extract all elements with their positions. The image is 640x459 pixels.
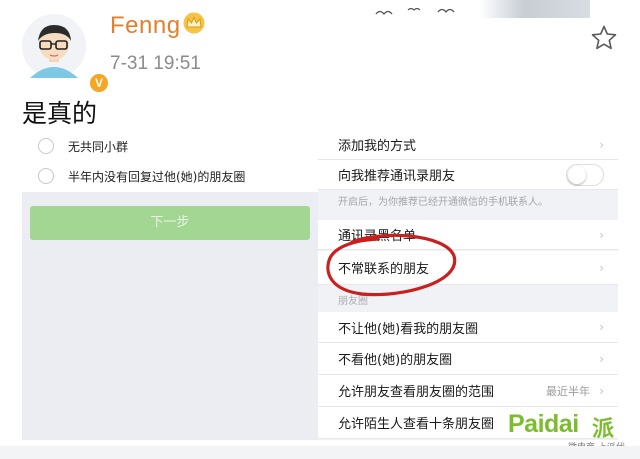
username[interactable]: Fenng: [110, 12, 181, 40]
post-header: V Fenng 7-31 19:51: [0, 0, 640, 94]
option-label: 无共同小群: [68, 139, 129, 154]
settings-row-add-method[interactable]: 添加我的方式 ›: [318, 130, 618, 160]
radio-button[interactable]: [38, 138, 54, 154]
bottom-divider: [0, 446, 640, 459]
row-label: 不看他(她)的朋友圈: [338, 353, 453, 368]
settings-row-infrequent-friends[interactable]: 不常联系的朋友 ›: [318, 251, 618, 285]
bird-decoration: [375, 7, 455, 16]
option-label: 半年内没有回复过他(她)的朋友圈: [68, 169, 246, 184]
next-step-button[interactable]: 下一步: [30, 206, 310, 240]
row-label: 允许陌生人查看十条朋友圈: [338, 417, 495, 432]
row-label: 允许朋友查看朋友圈的范围: [338, 385, 495, 400]
settings-row-hide-my-moments[interactable]: 不让他(她)看我的朋友圈 ›: [318, 312, 618, 343]
star-icon[interactable]: [590, 24, 618, 52]
row-value: 最近半年: [546, 384, 590, 398]
background-blur: [480, 0, 590, 18]
chevron-right-icon: ›: [599, 320, 604, 334]
post-text: 是真的: [22, 99, 98, 128]
verified-badge: V: [88, 72, 110, 94]
row-label: 通讯录黑名单: [338, 229, 417, 244]
row-label: 添加我的方式: [338, 139, 417, 154]
recommend-contacts-toggle[interactable]: [566, 163, 604, 186]
chevron-right-icon: ›: [599, 260, 604, 275]
toggle-knob: [568, 165, 586, 184]
option-row[interactable]: 半年内没有回复过他(她)的朋友圈: [22, 162, 318, 190]
row-label: 向我推荐通讯录朋友: [338, 169, 456, 184]
post-timestamp: 7-31 19:51: [110, 53, 201, 74]
settings-row-moments-range[interactable]: 允许朋友查看朋友圈的范围 最近半年 ›: [318, 375, 618, 407]
crown-icon: [183, 12, 205, 34]
chevron-right-icon: ›: [599, 351, 604, 366]
section-label-moments: 朋友圈: [338, 296, 368, 307]
row-label: 不让他(她)看我的朋友圈: [338, 321, 479, 337]
watermark-brand: Paidai: [508, 410, 579, 438]
settings-row-blacklist[interactable]: 通讯录黑名单 ›: [318, 220, 618, 250]
recommend-hint: 开启后，为你推荐已经开通微信的手机联系人。: [338, 197, 548, 208]
chevron-right-icon: ›: [599, 383, 604, 398]
avatar[interactable]: V: [22, 14, 110, 94]
row-label: 不常联系的朋友: [338, 262, 430, 277]
settings-row-hide-their-moments[interactable]: 不看他(她)的朋友圈 ›: [318, 343, 618, 375]
chevron-right-icon: ›: [599, 227, 604, 242]
option-row[interactable]: 无共同小群: [22, 132, 318, 160]
chevron-right-icon: ›: [599, 137, 604, 152]
settings-row-recommend-contacts[interactable]: 向我推荐通讯录朋友: [318, 160, 618, 190]
radio-button[interactable]: [38, 168, 54, 184]
avatar-illustration: [22, 14, 86, 78]
